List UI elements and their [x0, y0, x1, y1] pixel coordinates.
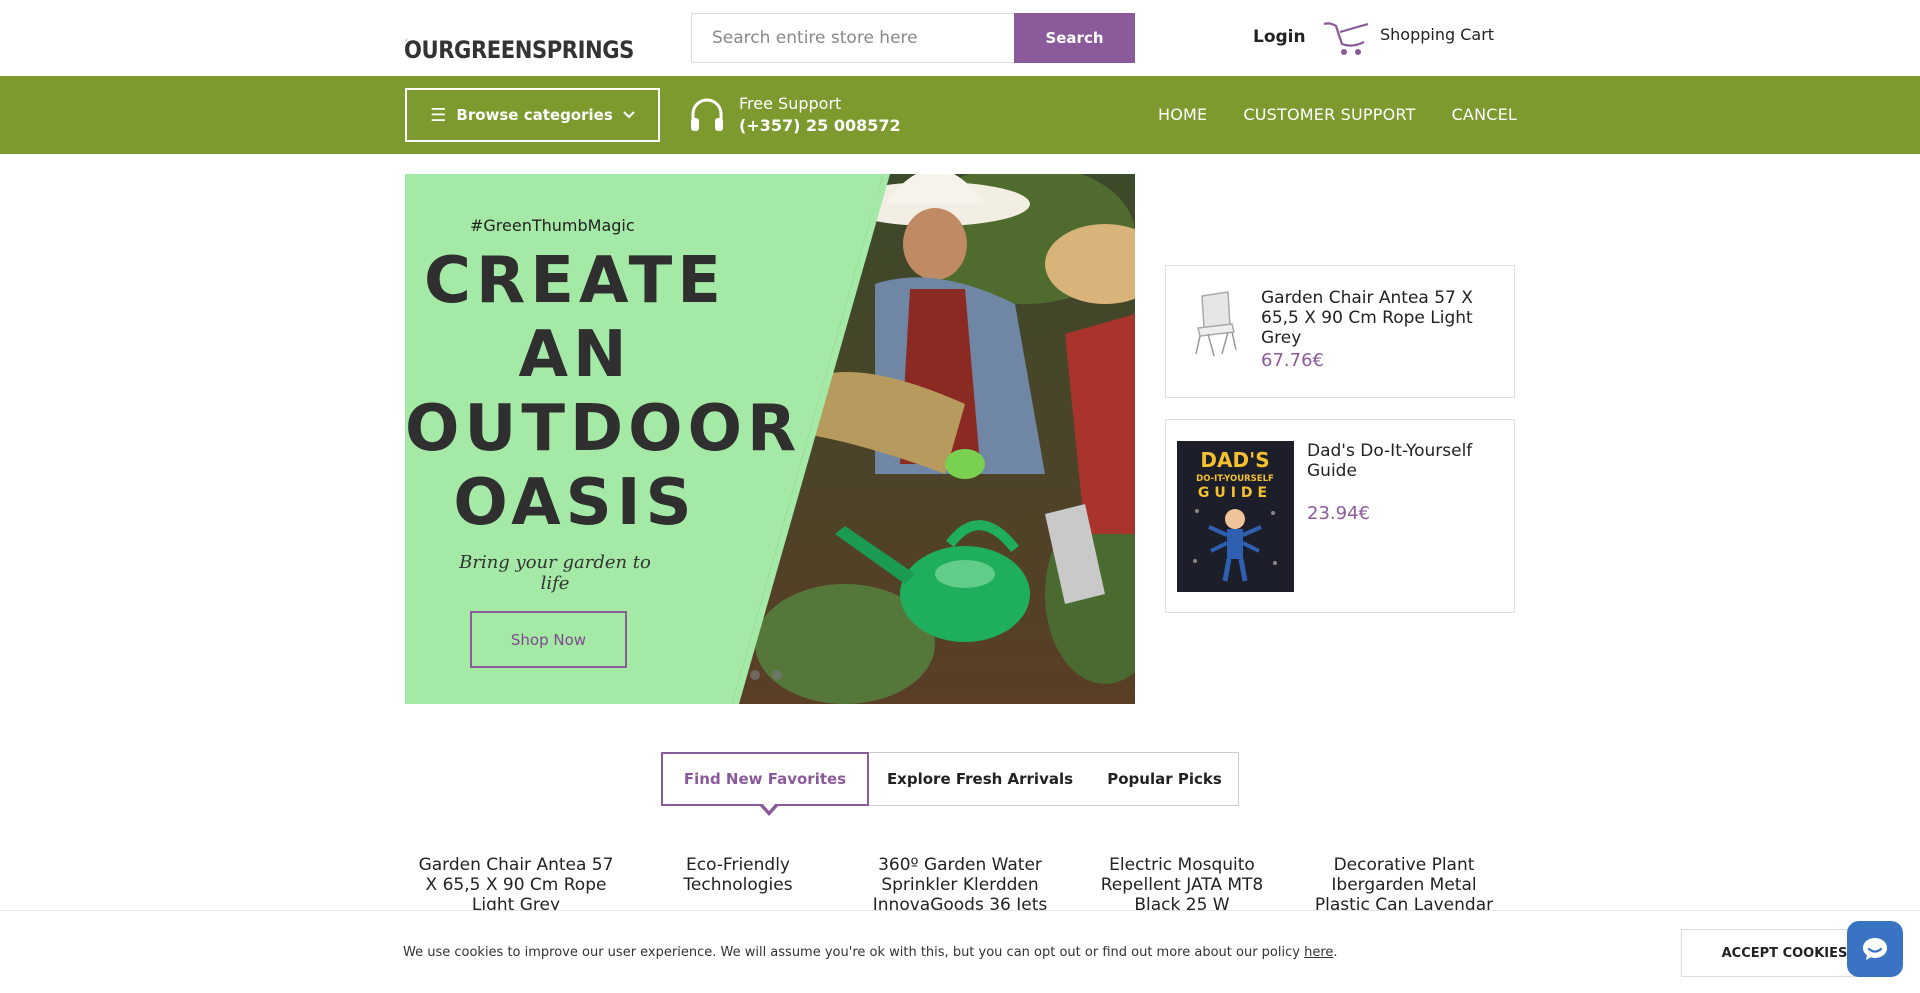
browse-label: Browse categories: [456, 106, 613, 124]
slider-dots: [750, 670, 782, 680]
cookie-suffix: .: [1333, 945, 1338, 960]
logo-text: OURGREENSPRINGS: [403, 36, 634, 64]
nav-bar: ☰ Browse categories Free Support (+357) …: [0, 76, 1920, 154]
nav-cancel[interactable]: CANCEL: [1452, 105, 1517, 124]
chevron-down-icon: [623, 111, 635, 119]
product-title[interactable]: Garden Chair Antea 57 X 65,5 X 90 Cm Rop…: [405, 855, 627, 911]
product-title[interactable]: Decorative Plant Ibergarden Metal Plasti…: [1293, 855, 1515, 911]
cookie-banner: We use cookies to improve our user exper…: [0, 910, 1920, 993]
chat-bubble-icon: [1863, 938, 1887, 960]
product-title[interactable]: 360º Garden Water Sprinkler Klerdden Inn…: [849, 855, 1071, 911]
cart-label: Shopping Cart: [1380, 25, 1495, 44]
main-nav: HOME CUSTOMER SUPPORT CANCEL: [1158, 105, 1517, 124]
tab-popular-picks[interactable]: Popular Picks: [1091, 753, 1238, 805]
side-product-card[interactable]: DAD'S DO-IT-YOURSELF GUIDE Dad's Do-It-Y…: [1165, 419, 1515, 613]
hero-subtitle: Bring your garden to life: [459, 552, 651, 594]
tab-explore-fresh-arrivals[interactable]: Explore Fresh Arrivals: [869, 753, 1091, 805]
headset-icon: [691, 98, 723, 131]
product-tabs: Find New Favorites Explore Fresh Arrival…: [661, 752, 1239, 816]
svg-text:DO-IT-YOURSELF: DO-IT-YOURSELF: [1196, 474, 1274, 484]
side-product-name[interactable]: Garden Chair Antea 57 X 65,5 X 90 Cm Rop…: [1261, 288, 1511, 348]
header: OURGREENSPRINGS Search entire store here…: [0, 0, 1920, 76]
slider-dot-1[interactable]: [750, 670, 760, 680]
tab-label: Find New Favorites: [683, 770, 847, 788]
chat-button[interactable]: [1847, 921, 1903, 977]
side-product-card[interactable]: Garden Chair Antea 57 X 65,5 X 90 Cm Rop…: [1165, 265, 1515, 398]
svg-text:DAD'S: DAD'S: [1200, 448, 1269, 472]
cookie-text: We use cookies to improve our user exper…: [403, 945, 1305, 960]
side-product-price: 23.94€: [1307, 503, 1370, 524]
login-link[interactable]: Login: [1253, 27, 1306, 47]
support-phone[interactable]: (+357) 25 008572: [739, 116, 901, 135]
store-logo[interactable]: OURGREENSPRINGS: [403, 10, 665, 66]
product-title[interactable]: Eco-Friendly Technologies: [627, 855, 849, 911]
search-button[interactable]: Search: [1014, 13, 1135, 63]
hero-title: CREATE AN OUTDOOR OASIS: [405, 244, 802, 540]
search-input[interactable]: Search entire store here: [691, 13, 1015, 63]
menu-icon: ☰: [430, 104, 447, 126]
diy-guide-book-image: DAD'S DO-IT-YOURSELF GUIDE: [1177, 441, 1294, 592]
slider-dot-2[interactable]: [772, 670, 782, 680]
page: OURGREENSPRINGS Search entire store here…: [0, 0, 1920, 993]
support-title: Free Support: [739, 94, 842, 113]
svg-text:GUIDE: GUIDE: [1198, 485, 1272, 501]
side-product-name[interactable]: Dad's Do-It-Yourself Guide: [1307, 441, 1507, 481]
hero-banner[interactable]: #GreenThumbMagic CREATE AN OUTDOOR OASIS…: [405, 174, 1135, 704]
side-product-price: 67.76€: [1261, 350, 1324, 371]
nav-home[interactable]: HOME: [1158, 105, 1207, 124]
active-tab-pointer: [759, 803, 779, 816]
cookie-policy-link[interactable]: here: [1304, 945, 1333, 960]
product-grid: Garden Chair Antea 57 X 65,5 X 90 Cm Rop…: [405, 855, 1515, 911]
product-title[interactable]: Electric Mosquito Repellent JATA MT8 Bla…: [1071, 855, 1293, 911]
shop-now-button[interactable]: Shop Now: [470, 611, 627, 668]
garden-chair-image: [1195, 291, 1237, 357]
cookie-message: We use cookies to improve our user exper…: [403, 945, 1338, 960]
cart-icon: [1323, 22, 1369, 55]
nav-customer-support[interactable]: CUSTOMER SUPPORT: [1243, 105, 1415, 124]
hero-hashtag: #GreenThumbMagic: [470, 216, 635, 235]
browse-categories-button[interactable]: ☰ Browse categories: [405, 88, 660, 142]
shopping-cart[interactable]: Shopping Cart: [1322, 18, 1494, 58]
tab-find-new-favorites[interactable]: Find New Favorites: [661, 752, 869, 816]
